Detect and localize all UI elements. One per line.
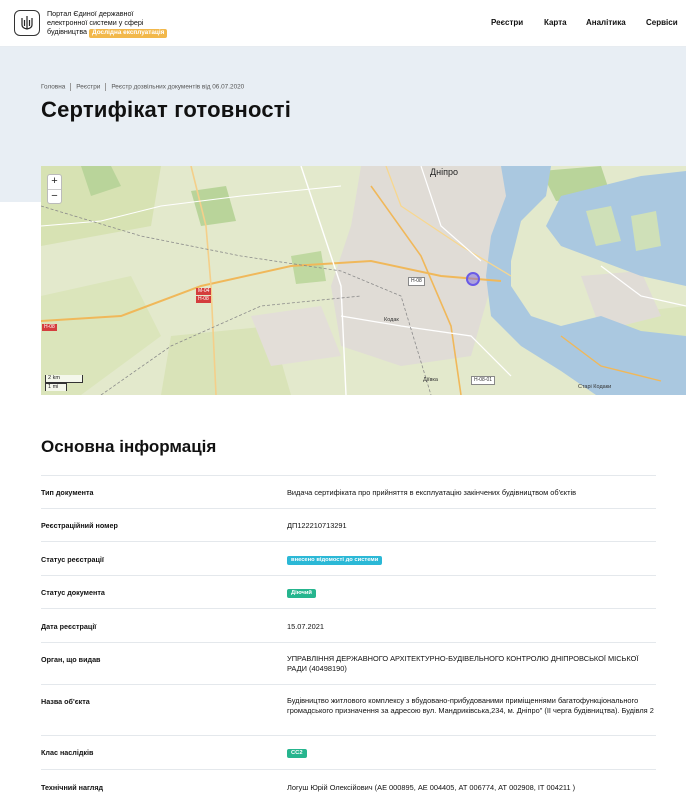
- breadcrumb-separator: [70, 83, 72, 91]
- info-row-object-name: Назва об'єкта Будівництво житлового комп…: [41, 684, 656, 735]
- info-row-reg-date: Дата реєстрації 15.07.2021: [41, 608, 656, 642]
- scale-metric: 2 km: [45, 375, 83, 383]
- page-title: Сертифікат готовності: [41, 97, 292, 122]
- info-row-reg-number: Реєстраційний номер ДП122210713291: [41, 508, 656, 541]
- beta-badge: Дослідна експлуатація: [89, 29, 168, 38]
- zoom-out-button[interactable]: −: [48, 189, 61, 203]
- brand-line-1: Портал Єдиної державної: [47, 9, 134, 18]
- map-label-district: Старі Кодаки: [578, 384, 612, 390]
- nav-analytics[interactable]: Аналітика: [586, 18, 626, 27]
- map-road-sign: H-08-01: [471, 376, 496, 385]
- breadcrumb-registries[interactable]: Реєстри: [76, 84, 100, 91]
- nav-map[interactable]: Карта: [544, 18, 567, 27]
- map-label-district: Кодак: [384, 317, 399, 323]
- info-value: Видача сертифіката про прийняття в експл…: [287, 488, 577, 497]
- info-value: ДП122210713291: [287, 521, 347, 530]
- trident-logo-icon[interactable]: [14, 10, 40, 36]
- info-value: 15.07.2021: [287, 622, 324, 631]
- info-row-reg-status: Статус реєстрації внесено відомості до с…: [41, 541, 656, 575]
- info-label: Дата реєстрації: [41, 622, 97, 631]
- map-label-district: Діївка: [423, 377, 438, 383]
- breadcrumb-home[interactable]: Головна: [41, 84, 65, 91]
- info-value-wrap: Діючий: [287, 587, 657, 598]
- breadcrumb: Головна Реєстри Реєстр дозвільних документ…: [41, 83, 244, 91]
- info-row-doc-type: Тип документа Видача сертифіката про при…: [41, 475, 656, 508]
- info-value: УПРАВЛІННЯ ДЕРЖАВНОГО АРХІТЕКТУРНО-БУДІВ…: [287, 654, 639, 673]
- info-label: Статус документа: [41, 588, 105, 597]
- zoom-in-button[interactable]: +: [48, 175, 61, 189]
- nav-services[interactable]: Сервіси: [646, 18, 678, 27]
- info-row-consequence-class: Клас наслідків СС2: [41, 735, 656, 769]
- breadcrumb-separator: [105, 83, 107, 91]
- location-marker-icon[interactable]: [466, 272, 480, 286]
- map-label-city: Дніпро: [430, 167, 458, 177]
- info-row-tech-supervision: Технічний нагляд Логуш Юрій Олексійович …: [41, 769, 656, 809]
- info-value-wrap: внесено відомості до системи: [287, 554, 657, 565]
- class-badge: СС2: [287, 749, 307, 758]
- info-value: Логуш Юрій Олексійович (АЕ 000895, АЕ 00…: [287, 783, 576, 792]
- status-badge: внесено відомості до системи: [287, 556, 383, 565]
- info-label: Клас наслідків: [41, 748, 94, 757]
- info-label: Технічний нагляд: [41, 783, 104, 792]
- info-row-issuer: Орган, що видав УПРАВЛІННЯ ДЕРЖАВНОГО АР…: [41, 642, 656, 684]
- info-label: Статус реєстрації: [41, 555, 104, 564]
- map-road-sign: M-04: [196, 288, 212, 295]
- map-tiles: [41, 166, 686, 395]
- info-value: Будівництво житлового комплексу з вбудов…: [287, 696, 654, 715]
- map-road-sign: H-08: [42, 324, 57, 331]
- status-badge: Діючий: [287, 589, 316, 598]
- brand-line-3: будівництва: [47, 27, 88, 36]
- brand-line-2: електронної системи у сфері: [47, 18, 144, 27]
- site-header: Портал Єдиної державної електронної сист…: [0, 0, 686, 47]
- map-road-sign: H-08: [408, 277, 425, 286]
- location-map[interactable]: + − Дніпро H-08 M-04 H-08 H-08 H-08-01 К…: [41, 166, 686, 395]
- info-label: Реєстраційний номер: [41, 521, 118, 530]
- breadcrumb-registry[interactable]: Реєстр дозвільних документів від 06.07.2…: [111, 84, 244, 91]
- info-value-wrap: СС2: [287, 747, 657, 758]
- info-label: Орган, що видав: [41, 655, 101, 664]
- map-zoom-control: + −: [47, 174, 62, 204]
- scale-imperial: 1 mi: [45, 383, 67, 391]
- info-row-doc-status: Статус документа Діючий: [41, 575, 656, 608]
- nav-registries[interactable]: Реєстри: [491, 18, 523, 27]
- brand-title[interactable]: Портал Єдиної державної електронної сист…: [47, 9, 187, 38]
- map-road-sign: H-08: [196, 296, 211, 303]
- map-scale: 2 km 1 mi: [45, 375, 83, 391]
- info-label: Тип документа: [41, 488, 94, 497]
- info-label: Назва об'єкта: [41, 697, 90, 706]
- section-title: Основна інформація: [41, 437, 217, 456]
